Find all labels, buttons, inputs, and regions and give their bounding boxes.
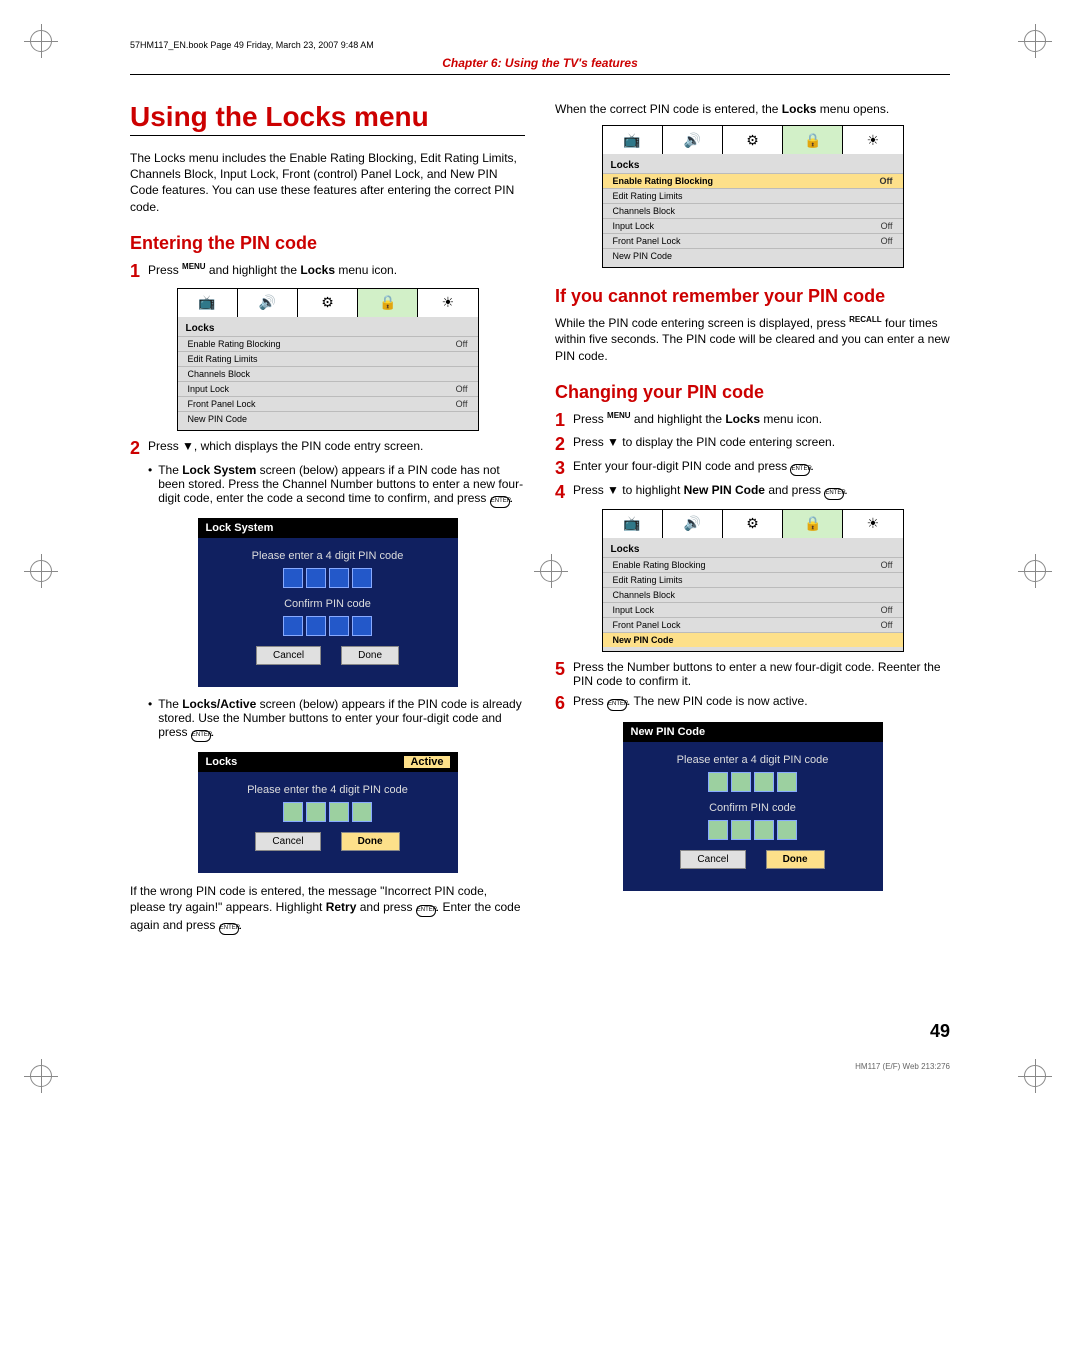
- tab-setup-icon: ⚙: [723, 126, 783, 154]
- intro-text: The Locks menu includes the Enable Ratin…: [130, 150, 525, 215]
- cancel-button: Cancel: [255, 832, 320, 851]
- tab-picture-icon: 📺: [603, 126, 663, 154]
- tab-locks-icon: 🔒: [358, 289, 418, 317]
- change-heading: Changing your PIN code: [555, 382, 950, 403]
- enter-button-icon: ENTER: [790, 464, 810, 476]
- header-book-info: 57HM117_EN.book Page 49 Friday, March 23…: [130, 40, 950, 50]
- enter-button-icon: ENTER: [416, 905, 436, 917]
- change-step-5: 5 Press the Number buttons to enter a ne…: [555, 660, 950, 688]
- tab-setup-icon: ⚙: [723, 510, 783, 538]
- cancel-button: Cancel: [680, 850, 745, 869]
- change-step-1: 1 Press MENU and highlight the Locks men…: [555, 411, 950, 429]
- enter-button-icon: ENTER: [607, 699, 627, 711]
- change-step-3: 3 Enter your four-digit PIN code and pre…: [555, 459, 950, 477]
- locks-menu-screenshot: 📺 🔊 ⚙ 🔒 ☀ Locks Enable Rating BlockingOf…: [177, 288, 479, 431]
- done-button: Done: [766, 850, 825, 869]
- cancel-button: Cancel: [256, 646, 321, 665]
- tab-locks-icon: 🔒: [783, 510, 843, 538]
- enter-button-icon: ENTER: [490, 496, 510, 508]
- footer-code: HM117 (E/F) Web 213:276: [130, 1062, 950, 1071]
- new-pin-dialog: New PIN Code Please enter a 4 digit PIN …: [623, 722, 883, 891]
- forget-heading: If you cannot remember your PIN code: [555, 286, 950, 307]
- entering-heading: Entering the PIN code: [130, 233, 525, 254]
- tab-locks-icon: 🔒: [783, 126, 843, 154]
- lock-system-dialog: Lock System Please enter a 4 digit PIN c…: [198, 518, 458, 687]
- tab-preferences-icon: ☀: [843, 126, 902, 154]
- change-step-6: 6 Press ENTER. The new PIN code is now a…: [555, 694, 950, 712]
- done-button: Done: [341, 646, 399, 665]
- step-number: 1: [130, 262, 140, 280]
- menu-keycap-icon: MENU: [607, 411, 631, 420]
- locks-menu-newpin-screenshot: 📺 🔊 ⚙ 🔒 ☀ Locks Enable Rating BlockingOf…: [602, 509, 904, 652]
- page-title: Using the Locks menu: [130, 101, 525, 136]
- change-step-2: 2 Press ▼ to display the PIN code enteri…: [555, 435, 950, 453]
- tab-audio-icon: 🔊: [238, 289, 298, 317]
- tab-picture-icon: 📺: [603, 510, 663, 538]
- enter-button-icon: ENTER: [191, 730, 211, 742]
- wrong-pin-text: If the wrong PIN code is entered, the me…: [130, 883, 525, 935]
- enter-button-icon: ENTER: [824, 488, 844, 500]
- tab-setup-icon: ⚙: [298, 289, 358, 317]
- done-button: Done: [341, 832, 400, 851]
- correct-pin-text: When the correct PIN code is entered, th…: [555, 101, 950, 117]
- step-number: 2: [130, 439, 140, 457]
- chapter-title: Chapter 6: Using the TV's features: [130, 56, 950, 75]
- locks-menu-opened-screenshot: 📺 🔊 ⚙ 🔒 ☀ Locks Enable Rating BlockingOf…: [602, 125, 904, 268]
- tab-audio-icon: 🔊: [663, 126, 723, 154]
- enter-button-icon: ENTER: [219, 923, 239, 935]
- locks-active-dialog: Locks Active Please enter the 4 digit PI…: [198, 752, 458, 873]
- recall-keycap-icon: RECALL: [849, 315, 881, 324]
- tab-picture-icon: 📺: [178, 289, 238, 317]
- tab-preferences-icon: ☀: [843, 510, 902, 538]
- menu-keycap-icon: MENU: [182, 262, 206, 271]
- page-number: 49: [130, 1021, 950, 1042]
- change-step-4: 4 Press ▼ to highlight New PIN Code and …: [555, 483, 950, 501]
- step-2: 2 Press ▼, which displays the PIN code e…: [130, 439, 525, 457]
- step-1: 1 Press MENU and highlight the Locks men…: [130, 262, 525, 280]
- tab-preferences-icon: ☀: [418, 289, 477, 317]
- forget-text: While the PIN code entering screen is di…: [555, 315, 950, 364]
- tab-audio-icon: 🔊: [663, 510, 723, 538]
